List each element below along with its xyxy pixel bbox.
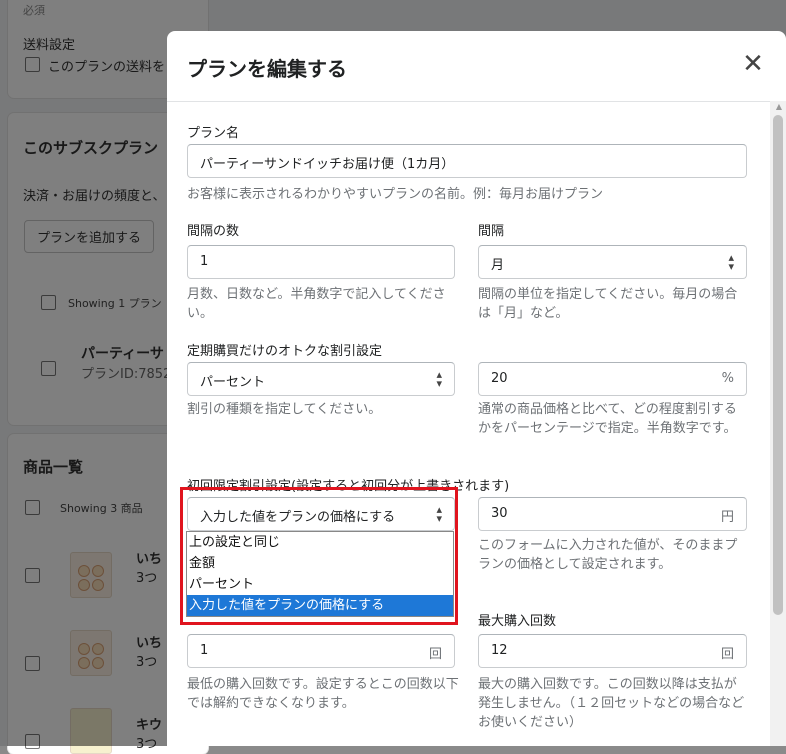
discount-label: 定期購買だけのオトクな割引設定 bbox=[187, 344, 383, 359]
plan-name-value: パーティーサンドイッチお届け便（1カ月） bbox=[200, 157, 455, 172]
interval-count-label: 間隔の数 bbox=[187, 224, 240, 239]
count-suffix: 回 bbox=[720, 647, 734, 662]
interval-count-help: 月数、日数など。半角数字で記入してください。 bbox=[187, 287, 446, 321]
select-arrows-icon: ▴ ▾ bbox=[728, 251, 734, 273]
interval-select[interactable]: 月 ▴ ▾ bbox=[478, 245, 747, 279]
interval-help: 間隔の単位を指定してください。毎月の場合は「月」など。 bbox=[478, 287, 738, 321]
interval-value: 月 bbox=[491, 258, 505, 273]
max-purchases-help: 最大の購入回数です。この回数以降は支払が発生しません。（１２回セットなどの場合な… bbox=[478, 677, 745, 730]
discount-type-help: 割引の種類を指定してください。 bbox=[187, 402, 382, 417]
discount-amount-value: 20 bbox=[491, 371, 508, 386]
scroll-up-arrow-icon[interactable]: ▲ bbox=[776, 102, 782, 111]
interval-count-input[interactable]: 1 bbox=[187, 245, 455, 279]
count-suffix: 回 bbox=[428, 647, 442, 662]
select-arrows-icon: ▴ ▾ bbox=[436, 368, 442, 390]
first-discount-amount-input[interactable]: 30 円 bbox=[478, 497, 747, 531]
modal-title: プランを編集する bbox=[187, 57, 347, 81]
discount-type-select[interactable]: パーセント ▴ ▾ bbox=[187, 362, 455, 396]
first-discount-amount-value: 30 bbox=[491, 506, 508, 521]
discount-type-value: パーセント bbox=[200, 375, 266, 390]
interval-label: 間隔 bbox=[478, 224, 505, 239]
percent-suffix: % bbox=[721, 371, 734, 386]
red-highlight-box bbox=[180, 487, 458, 625]
plan-name-label: プラン名 bbox=[187, 126, 240, 141]
max-purchases-input[interactable]: 12 回 bbox=[478, 634, 747, 668]
max-purchases-label: 最大購入回数 bbox=[478, 614, 557, 629]
yen-suffix: 円 bbox=[720, 510, 734, 525]
min-purchases-input[interactable]: 1 回 bbox=[187, 634, 455, 668]
discount-amount-input[interactable]: 20 % bbox=[478, 362, 747, 396]
close-icon[interactable]: ✕ bbox=[740, 51, 766, 77]
plan-name-input[interactable]: パーティーサンドイッチお届け便（1カ月） bbox=[187, 144, 747, 178]
edit-plan-modal: プランを編集する ✕ ▲ プラン名 パーティーサンドイッチお届け便（1カ月） お… bbox=[167, 31, 786, 746]
discount-amount-help: 通常の商品価格と比べて、どの程度割引するかをパーセンテージで指定。半角数字です。 bbox=[478, 402, 737, 436]
first-discount-amount-help: このフォームに入力された値が、そのままプランの価格として設定されます。 bbox=[478, 538, 738, 572]
min-purchases-help: 最低の購入回数です。設定するとこの回数以下では解約できなくなります。 bbox=[187, 677, 459, 711]
scrollbar-thumb[interactable] bbox=[773, 115, 783, 615]
plan-name-help: お客様に表示されるわかりやすいプランの名前。例：毎月お届けプラン bbox=[187, 187, 604, 202]
interval-count-value: 1 bbox=[200, 254, 209, 269]
modal-header: プランを編集する ✕ bbox=[167, 31, 786, 102]
max-purchases-value: 12 bbox=[491, 643, 508, 658]
min-purchases-value: 1 bbox=[200, 643, 209, 658]
